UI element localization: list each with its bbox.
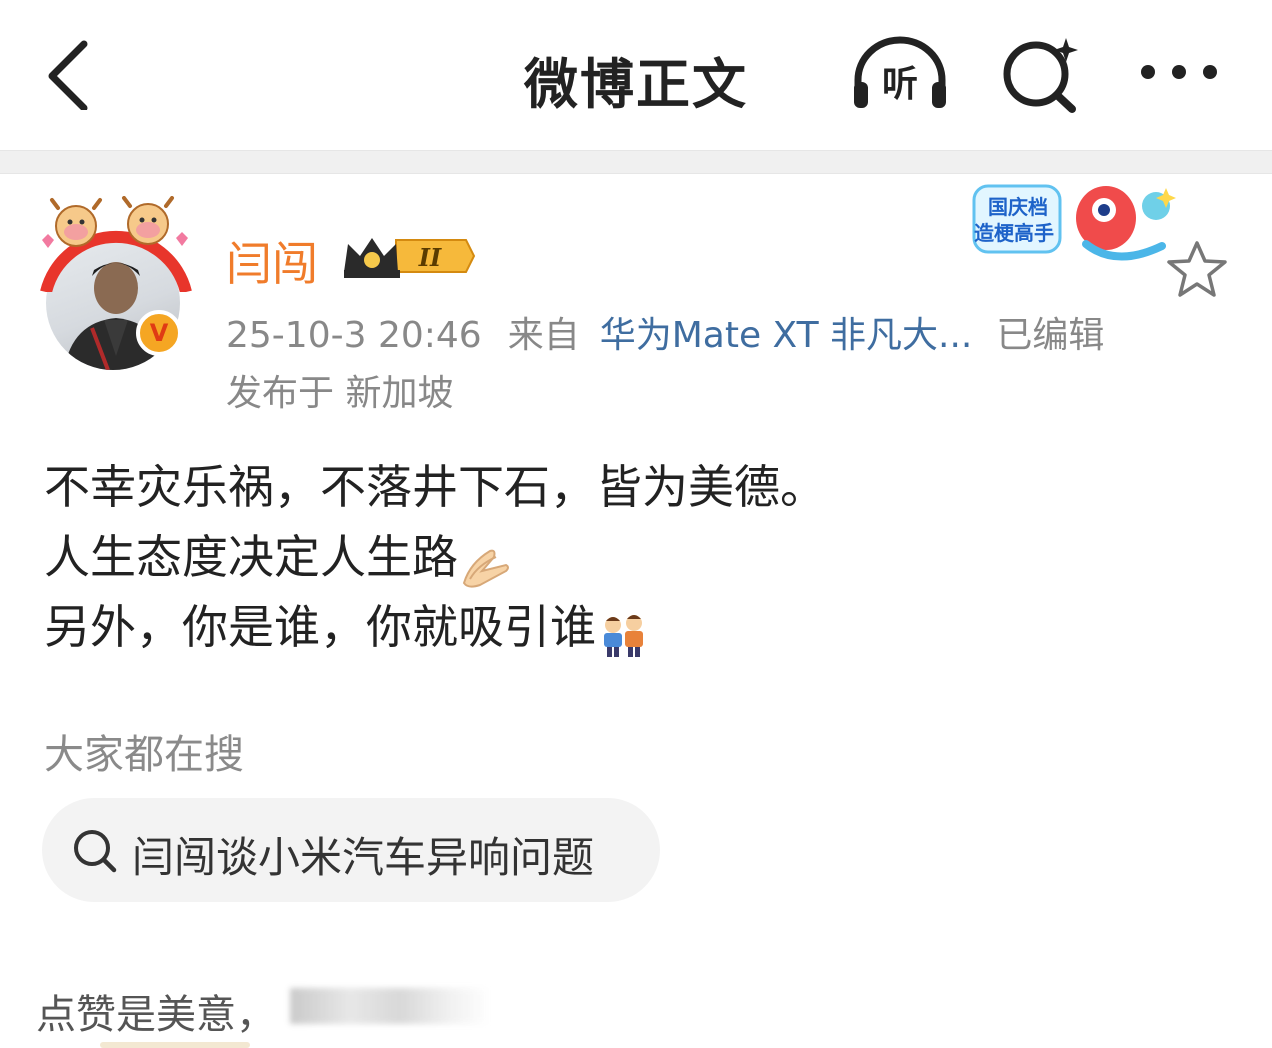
favorite-star-icon[interactable]	[1166, 240, 1228, 298]
vip-level: II	[418, 243, 442, 272]
search-icon	[72, 828, 118, 874]
two-boys-emoji-icon	[598, 608, 650, 657]
search-sparkle-icon[interactable]	[1000, 34, 1084, 114]
vip-crown-badge[interactable]: II	[340, 230, 480, 282]
verified-badge-icon: V	[136, 310, 182, 356]
more-options-icon[interactable]	[1138, 54, 1220, 90]
edited-label[interactable]: 已编辑	[996, 315, 1104, 356]
top-nav-bar: 微博正文 听	[0, 0, 1272, 150]
avatar[interactable]: V	[36, 196, 196, 370]
post-timestamp: 25-10-3 20:46	[226, 315, 482, 356]
sticker-line-1: 国庆档	[988, 195, 1048, 219]
post-line-3-wrap: 另外，你是谁，你就吸引谁	[44, 592, 826, 662]
sticker-line-2: 造梗高手	[974, 221, 1054, 245]
trending-search-chip[interactable]: 闫闯谈小米汽车异响问题	[42, 798, 660, 902]
post-line-1: 不幸灾乐祸，不落井下石，皆为美德。	[44, 460, 826, 514]
listen-label: 听	[882, 64, 918, 105]
trending-search-title: 大家都在搜	[44, 732, 244, 778]
like-prompt-text: 点赞是美意，	[36, 992, 276, 1038]
username[interactable]: 闫闯	[226, 228, 318, 294]
national-day-sticker[interactable]: 国庆档 造梗高手	[966, 178, 1180, 278]
post-content: 不幸灾乐祸，不落井下石，皆为美德。 人生态度决定人生路 另外，你是谁，你就吸引谁	[44, 452, 826, 662]
post-line-2: 人生态度决定人生路	[44, 530, 458, 584]
post-line-3: 另外，你是谁，你就吸引谁	[44, 600, 596, 654]
folded-hands-emoji-icon	[460, 538, 512, 588]
listen-headphones-icon[interactable]: 听	[850, 36, 950, 112]
from-label: 来自	[507, 315, 580, 356]
blurred-text-overlay	[290, 988, 490, 1024]
bottom-accent-strip	[100, 1042, 250, 1048]
post-source-link[interactable]: 华为Mate XT 非凡大...	[600, 315, 973, 356]
avatar-cow-frame-decoration	[36, 196, 196, 294]
trending-search-text: 闫闯谈小米汽车异响问题	[132, 833, 595, 882]
post-location: 发布于 新加坡	[226, 373, 454, 414]
post-meta: 25-10-3 20:46 来自 华为Mate XT 非凡大... 已编辑	[226, 306, 1104, 358]
section-divider	[0, 150, 1272, 174]
post-line-2-wrap: 人生态度决定人生路	[44, 522, 826, 592]
